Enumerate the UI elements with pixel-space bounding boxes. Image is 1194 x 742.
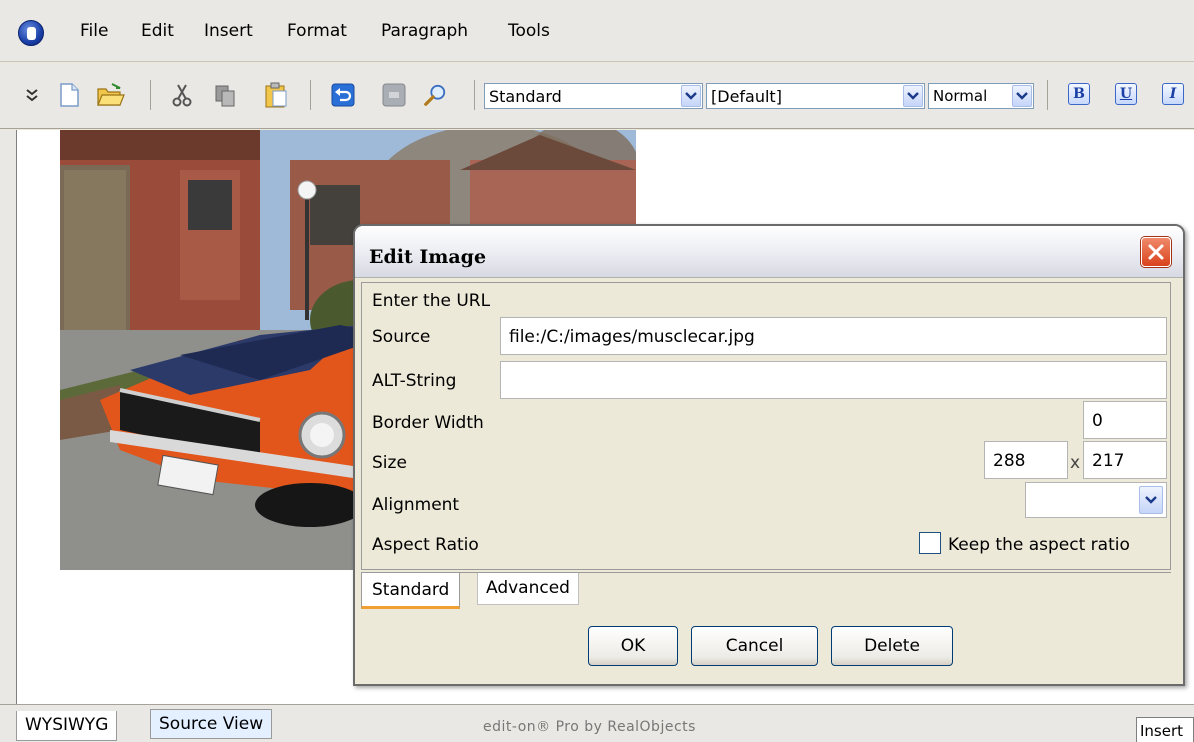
aspect-ratio-label: Aspect Ratio [372, 535, 479, 555]
alt-string-label: ALT-String [372, 371, 457, 391]
alt-string-field[interactable] [500, 361, 1167, 399]
menu-edit[interactable]: Edit [141, 21, 174, 41]
toolbar-separator [150, 80, 151, 110]
font-family-select[interactable]: [Default] [706, 83, 925, 109]
brand-label: edit-on® Pro by RealObjects [483, 719, 696, 735]
source-field[interactable]: file:/C:/images/musclecar.jpg [500, 317, 1167, 355]
toolbar: Standard [Default] Normal B U I [0, 63, 1194, 129]
chevron-down-icon[interactable] [903, 85, 923, 107]
alignment-label: Alignment [372, 495, 460, 515]
enter-url-label: Enter the URL [372, 291, 491, 311]
new-document-icon[interactable] [57, 83, 81, 107]
close-icon[interactable] [1141, 237, 1171, 267]
menu-file[interactable]: File [80, 21, 108, 41]
dialog-form: Enter the URL Source file:/C:/images/mus… [361, 282, 1171, 570]
toolbar-separator [310, 80, 311, 110]
menu-format[interactable]: Format [287, 21, 347, 41]
toolbar-separator [474, 80, 475, 110]
open-folder-icon[interactable] [96, 83, 126, 107]
copy-icon[interactable] [213, 83, 237, 107]
toolbar-separator [1047, 80, 1048, 110]
tab-source-view[interactable]: Source View [150, 709, 273, 739]
chevron-down-icon[interactable] [1139, 486, 1163, 514]
menu-bar: File Edit Insert Format Paragraph Tools [0, 0, 1194, 62]
chevron-double-down-icon[interactable] [24, 83, 40, 107]
insert-mode-indicator: Insert [1136, 717, 1194, 742]
editor-gutter [0, 130, 16, 704]
dialog-tab-strip: Standard Advanced [361, 572, 1171, 612]
underline-icon[interactable]: U [1115, 83, 1137, 105]
menu-insert[interactable]: Insert [204, 21, 253, 41]
cancel-button[interactable]: Cancel [691, 626, 818, 666]
border-width-label: Border Width [372, 413, 484, 433]
chevron-down-icon[interactable] [1012, 85, 1032, 107]
chevron-down-icon[interactable] [681, 85, 701, 107]
size-width-field[interactable]: 288 [984, 441, 1068, 479]
font-size-value: Normal [933, 87, 988, 105]
ok-button[interactable]: OK [588, 626, 678, 666]
find-icon[interactable] [423, 83, 447, 107]
redo-icon[interactable] [382, 83, 406, 107]
undo-icon[interactable] [331, 83, 355, 107]
italic-icon[interactable]: I [1162, 83, 1184, 105]
keep-aspect-ratio-label[interactable]: Keep the aspect ratio [948, 535, 1130, 555]
tab-standard[interactable]: Standard [361, 573, 461, 609]
keep-aspect-ratio-checkbox[interactable] [919, 532, 941, 554]
menu-paragraph[interactable]: Paragraph [381, 21, 468, 41]
tab-wysiwyg[interactable]: WYSIWYG [16, 711, 118, 741]
paragraph-style-select[interactable]: Standard [484, 83, 703, 109]
delete-button[interactable]: Delete [831, 626, 953, 666]
size-label: Size [372, 453, 407, 473]
app-logo-icon[interactable] [18, 20, 44, 46]
paste-icon[interactable] [264, 82, 288, 108]
tab-advanced[interactable]: Advanced [477, 573, 579, 605]
alignment-select[interactable] [1025, 482, 1167, 518]
size-separator: x [1070, 453, 1081, 473]
paragraph-style-value: Standard [489, 87, 562, 106]
edit-image-dialog: Edit Image Enter the URL Source file:/C:… [353, 224, 1185, 686]
menu-tools[interactable]: Tools [508, 21, 550, 41]
status-bar: WYSIWYG Source View edit-on® Pro by Real… [0, 704, 1194, 742]
source-label: Source [372, 327, 431, 347]
font-family-value: [Default] [711, 87, 782, 106]
bold-icon[interactable]: B [1068, 83, 1090, 105]
cut-icon[interactable] [170, 83, 194, 107]
font-size-select[interactable]: Normal [928, 83, 1034, 109]
dialog-titlebar[interactable]: Edit Image [355, 226, 1183, 278]
dialog-title: Edit Image [369, 246, 487, 268]
border-width-field[interactable]: 0 [1083, 401, 1167, 439]
size-height-field[interactable]: 217 [1083, 441, 1167, 479]
